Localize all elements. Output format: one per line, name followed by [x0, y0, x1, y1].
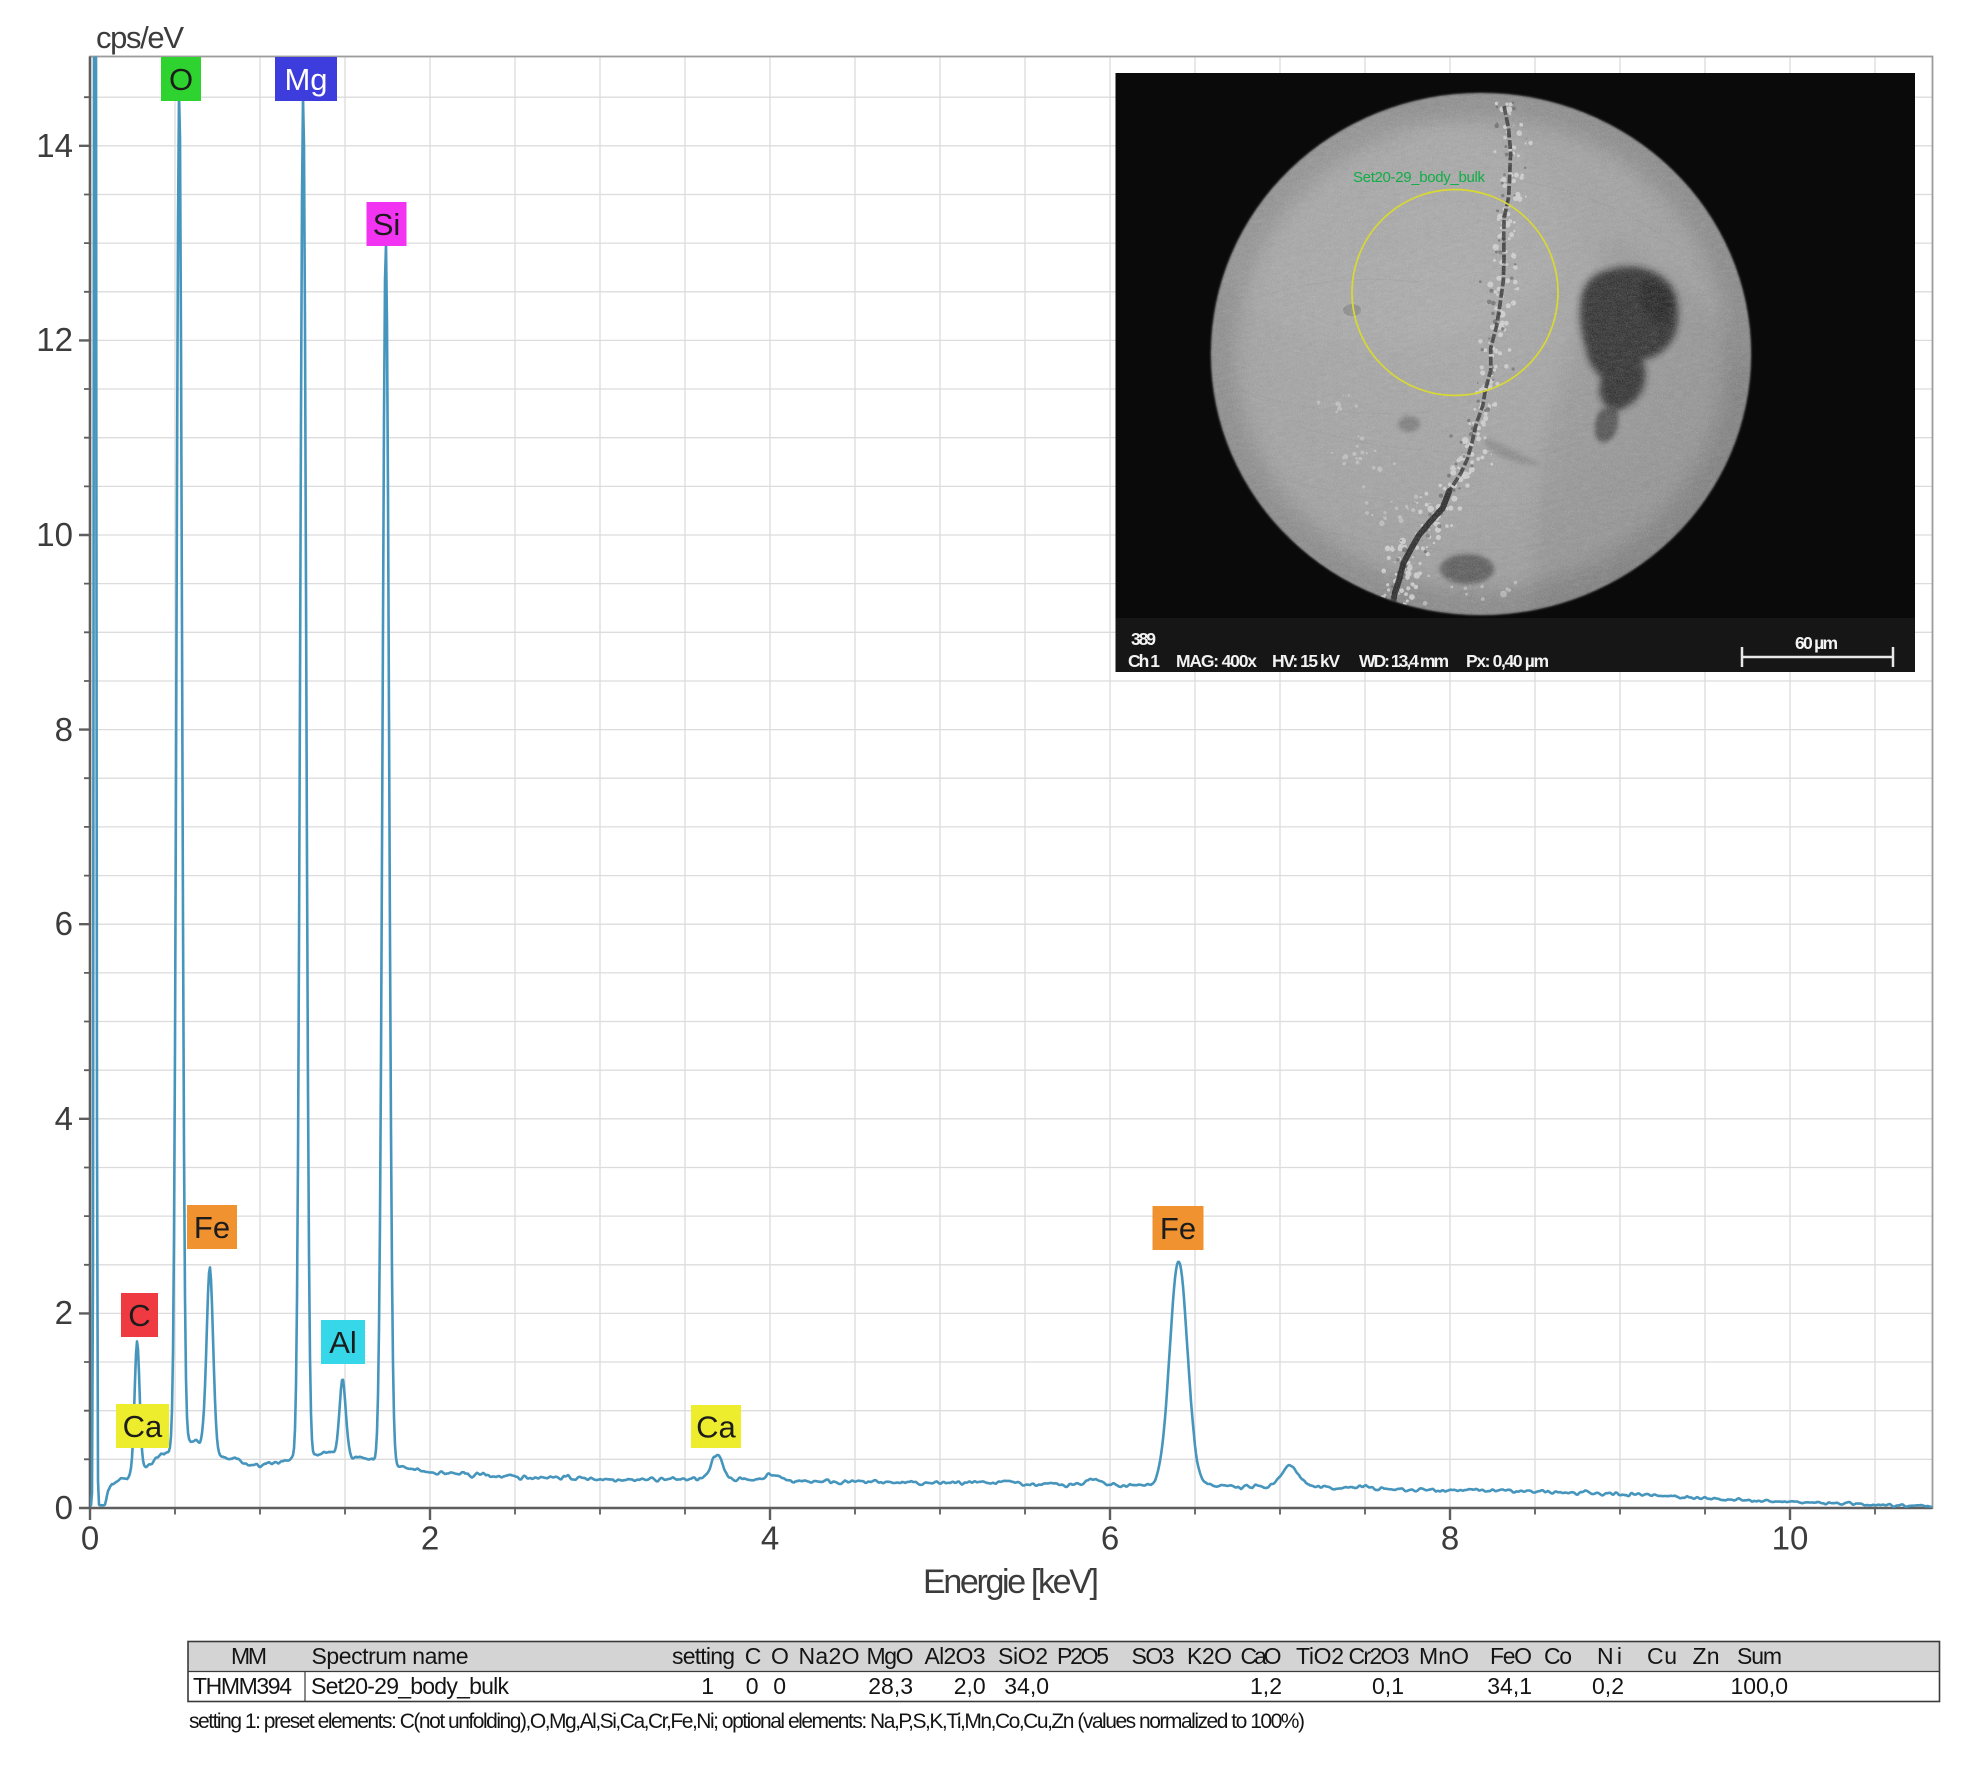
svg-text:0: 0	[81, 1520, 99, 1557]
svg-text:Si: Si	[373, 207, 401, 242]
svg-text:8: 8	[1441, 1520, 1459, 1557]
svg-text:MnO: MnO	[1419, 1643, 1469, 1669]
svg-text:Px: 0,40 µm: Px: 0,40 µm	[1466, 651, 1549, 671]
svg-text:Ca: Ca	[123, 1409, 163, 1444]
svg-text:Cu: Cu	[1647, 1643, 1677, 1669]
svg-text:Spectrum name: Spectrum name	[312, 1643, 469, 1669]
svg-text:O: O	[169, 62, 193, 97]
svg-text:MAG: 400x: MAG: 400x	[1176, 651, 1257, 671]
svg-text:Mg: Mg	[284, 62, 327, 97]
svg-text:Ni: Ni	[1597, 1643, 1622, 1669]
svg-text:0,2: 0,2	[1592, 1673, 1624, 1699]
svg-text:10: 10	[1772, 1520, 1809, 1557]
svg-text:Energie [keV]: Energie [keV]	[923, 1563, 1099, 1601]
svg-text:100,0: 100,0	[1730, 1673, 1788, 1699]
svg-text:Ca: Ca	[696, 1410, 736, 1445]
svg-text:K2O: K2O	[1187, 1643, 1232, 1669]
svg-text:THMM394: THMM394	[193, 1673, 292, 1699]
svg-text:FeO: FeO	[1490, 1643, 1532, 1669]
svg-text:MgO: MgO	[867, 1643, 914, 1669]
svg-text:Cr2O3: Cr2O3	[1349, 1643, 1410, 1669]
svg-text:0,1: 0,1	[1372, 1673, 1404, 1699]
svg-text:2: 2	[55, 1294, 73, 1331]
svg-text:P2O5: P2O5	[1057, 1643, 1109, 1669]
svg-text:2: 2	[421, 1520, 439, 1557]
svg-text:28,3: 28,3	[868, 1673, 913, 1699]
svg-text:Zn: Zn	[1693, 1643, 1720, 1669]
svg-text:389: 389	[1131, 629, 1156, 649]
svg-text:4: 4	[55, 1100, 73, 1137]
svg-text:C: C	[128, 1298, 150, 1333]
svg-text:Fe: Fe	[194, 1210, 230, 1245]
svg-text:Ch 1: Ch 1	[1128, 651, 1160, 671]
svg-text:2,0: 2,0	[954, 1673, 986, 1699]
svg-text:SiO2: SiO2	[998, 1643, 1048, 1669]
svg-text:MM: MM	[231, 1643, 267, 1669]
svg-text:Set20-29_body_bulk: Set20-29_body_bulk	[311, 1673, 510, 1699]
svg-text:O: O	[771, 1643, 789, 1669]
svg-text:6: 6	[55, 905, 73, 942]
svg-text:CaO: CaO	[1241, 1643, 1282, 1669]
svg-text:C: C	[745, 1643, 762, 1669]
svg-text:1,2: 1,2	[1250, 1673, 1282, 1699]
svg-text:Al: Al	[329, 1325, 357, 1360]
svg-text:60 µm: 60 µm	[1795, 633, 1838, 653]
svg-text:Na2O: Na2O	[799, 1643, 860, 1669]
svg-text:0: 0	[773, 1673, 786, 1699]
svg-text:cps/eV: cps/eV	[96, 20, 184, 55]
svg-text:12: 12	[36, 321, 73, 358]
svg-text:0: 0	[746, 1673, 759, 1699]
svg-text:Co: Co	[1544, 1643, 1572, 1669]
svg-text:34,1: 34,1	[1487, 1673, 1532, 1699]
svg-text:Set20-29_body_bulk: Set20-29_body_bulk	[1353, 169, 1486, 186]
svg-text:0: 0	[55, 1489, 73, 1526]
svg-text:14: 14	[36, 127, 73, 164]
svg-text:WD: 13,4 mm: WD: 13,4 mm	[1359, 651, 1449, 671]
svg-text:8: 8	[55, 711, 73, 748]
svg-text:setting: setting	[672, 1643, 735, 1669]
svg-text:TiO2: TiO2	[1296, 1643, 1344, 1669]
svg-text:4: 4	[761, 1520, 779, 1557]
svg-text:Al2O3: Al2O3	[925, 1643, 986, 1669]
svg-text:1: 1	[701, 1673, 714, 1699]
svg-text:34,0: 34,0	[1004, 1673, 1049, 1699]
svg-text:setting 1: preset elements: C(: setting 1: preset elements: C(not unfold…	[189, 1710, 1305, 1733]
svg-text:6: 6	[1101, 1520, 1119, 1557]
svg-text:SO3: SO3	[1132, 1643, 1175, 1669]
svg-text:HV: 15 kV: HV: 15 kV	[1272, 651, 1340, 671]
svg-text:Sum: Sum	[1737, 1643, 1782, 1669]
svg-text:10: 10	[36, 516, 73, 553]
svg-text:Fe: Fe	[1160, 1211, 1196, 1246]
